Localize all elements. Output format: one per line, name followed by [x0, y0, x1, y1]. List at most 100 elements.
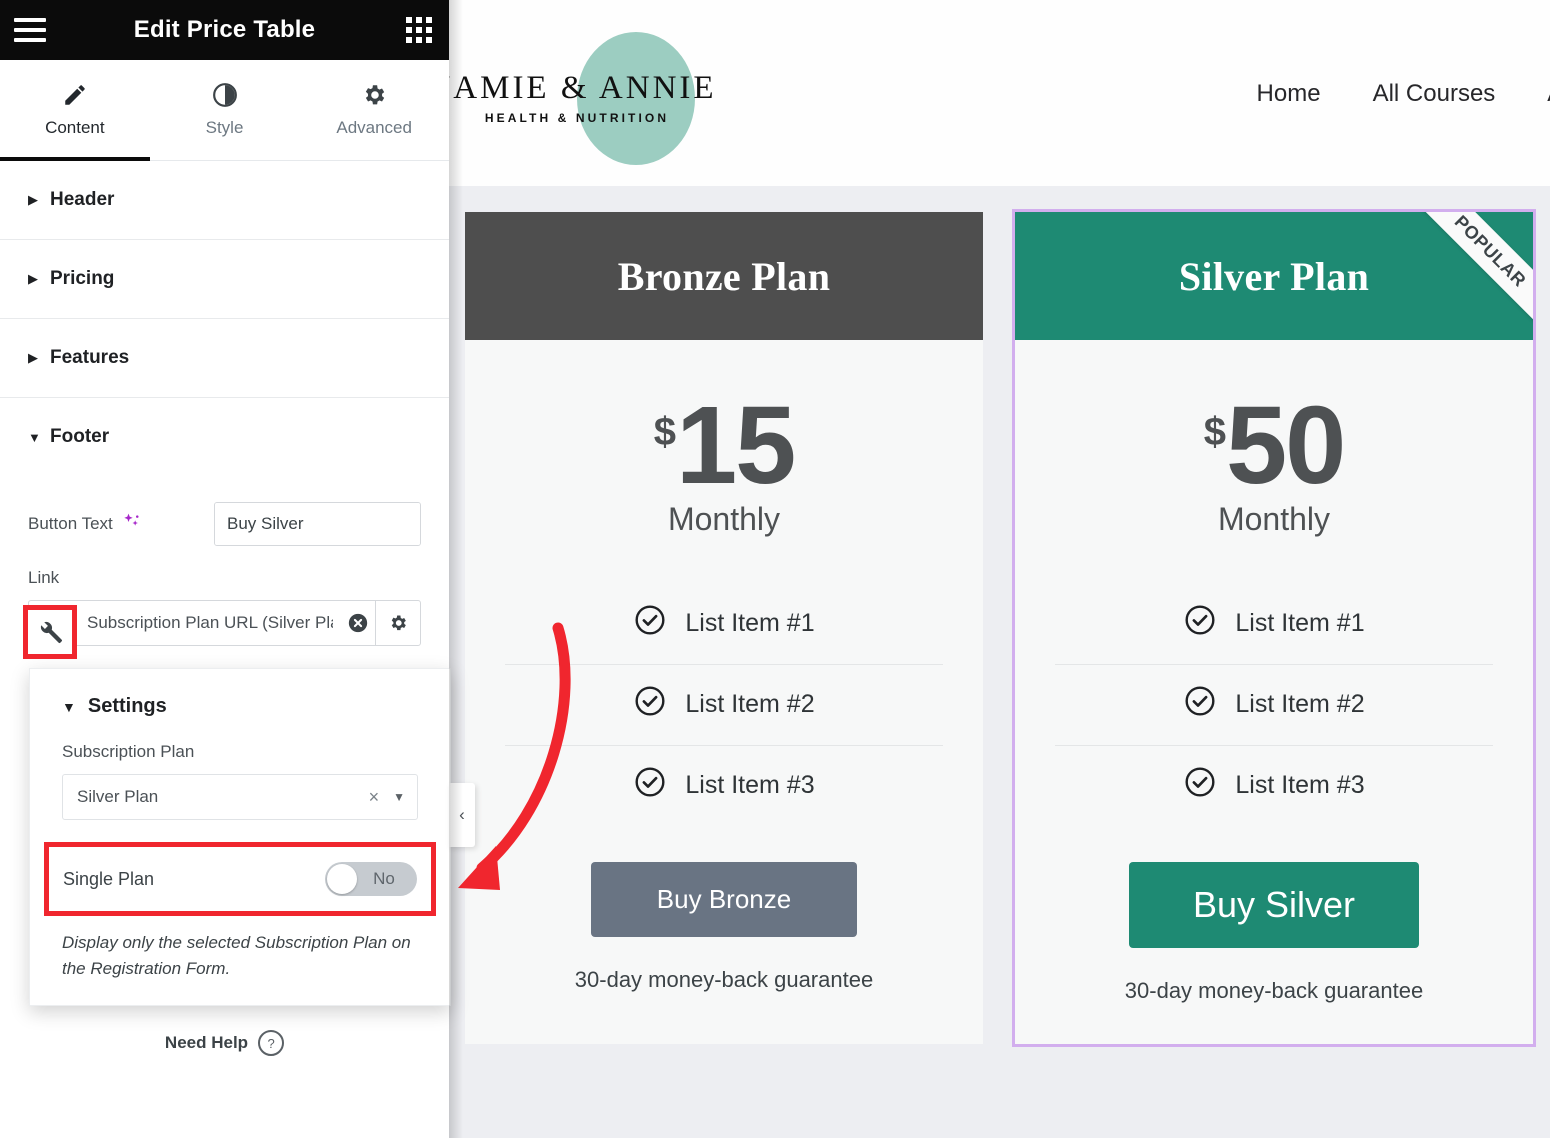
price-amount: 15 — [675, 384, 796, 507]
subscription-plan-select[interactable]: Silver Plan × ▼ — [62, 774, 418, 820]
logo-line1: JAMIE & ANNIE — [449, 69, 717, 106]
link-label: Link — [28, 568, 60, 587]
panel-shadow — [449, 0, 463, 1138]
panel-appbar: Edit Price Table — [0, 0, 449, 60]
grid-icon[interactable] — [389, 0, 449, 60]
currency-symbol: $ — [653, 410, 676, 454]
list-item: List Item #2 — [505, 663, 943, 745]
check-circle-icon — [633, 603, 667, 644]
section-features[interactable]: ▶ Features — [0, 319, 449, 398]
guarantee-text-silver: 30-day money-back guarantee — [1124, 977, 1424, 1003]
button-text-label-wrap: Button Text — [28, 512, 141, 537]
check-circle-icon — [633, 765, 667, 806]
hamburger-icon[interactable] — [0, 18, 60, 42]
nav-item-home[interactable]: Home — [1257, 80, 1321, 108]
chevron-down-icon[interactable]: ▼ — [393, 790, 405, 804]
plan-header-bronze: Bronze Plan — [465, 212, 983, 340]
tab-content-label: Content — [45, 118, 105, 137]
cta-wrap-silver: Buy Silver — [1015, 826, 1533, 948]
chevron-right-icon: ▶ — [28, 192, 38, 207]
single-plan-toggle[interactable]: No — [325, 862, 417, 896]
tab-advanced[interactable]: Advanced — [299, 60, 449, 160]
subscription-plan-value: Silver Plan — [77, 787, 159, 806]
site-header: JAMIE & ANNIE HEALTH & NUTRITION Home Al… — [449, 0, 1550, 186]
button-text-label: Button Text — [28, 514, 113, 533]
ai-sparkle-icon[interactable] — [121, 512, 141, 537]
app-root: Edit Price Table Content Style Advanced … — [0, 0, 1550, 1138]
section-header[interactable]: ▶ Header — [0, 161, 449, 240]
logo-line2: HEALTH & NUTRITION — [484, 110, 670, 125]
check-circle-icon — [1183, 603, 1217, 644]
link-settings-popup: ▼ Settings Subscription Plan Silver Plan… — [29, 668, 451, 1006]
plan-card-bronze[interactable]: Bronze Plan $ 15 Monthly List Item #1 Li… — [465, 212, 983, 1044]
check-circle-icon — [633, 684, 667, 725]
list-item-label: List Item #1 — [1235, 609, 1365, 638]
settings-popup-header[interactable]: ▼ Settings — [30, 669, 450, 738]
nav-item-all-courses[interactable]: All Courses — [1373, 80, 1496, 108]
chevron-down-icon: ▼ — [28, 429, 41, 445]
price-period: Monthly — [1217, 500, 1331, 537]
wrench-icon-button[interactable] — [23, 605, 77, 659]
pencil-icon — [62, 82, 88, 108]
single-plan-row: Single Plan No — [63, 855, 417, 903]
section-pricing-label: Pricing — [50, 268, 115, 289]
list-item: List Item #1 — [1055, 584, 1493, 664]
single-plan-highlight: Single Plan No — [44, 842, 436, 916]
button-text-input[interactable] — [215, 503, 420, 545]
list-item-label: List Item #3 — [685, 771, 815, 800]
clear-selection-icon[interactable]: × — [369, 787, 380, 808]
question-circle-icon: ? — [258, 1030, 285, 1056]
price-period: Monthly — [667, 500, 781, 537]
plan-card-silver[interactable]: Silver Plan POPULAR $ 50 Monthly List It… — [1012, 209, 1536, 1047]
chevron-down-icon: ▼ — [62, 698, 76, 715]
popular-ribbon: POPULAR — [1417, 212, 1533, 324]
plan-title-bronze: Bronze Plan — [617, 253, 831, 299]
feature-list-silver: List Item #1 List Item #2 List Item #3 — [1055, 584, 1493, 826]
buy-bronze-button[interactable]: Buy Bronze — [590, 861, 858, 937]
clear-circle-icon[interactable] — [341, 612, 375, 634]
gear-icon — [361, 82, 387, 108]
plan-price-silver: $ 50 Monthly — [1015, 340, 1533, 548]
single-plan-description: Display only the selected Subscription P… — [62, 933, 411, 978]
price-table-widget: Bronze Plan $ 15 Monthly List Item #1 Li… — [465, 209, 1536, 1047]
toggle-knob — [327, 864, 357, 894]
site-logo[interactable]: JAMIE & ANNIE HEALTH & NUTRITION — [449, 22, 769, 172]
section-footer-label: Footer — [50, 426, 110, 447]
section-footer[interactable]: ▼ Footer — [0, 398, 449, 476]
panel-tabs: Content Style Advanced — [0, 60, 449, 161]
check-circle-icon — [1183, 684, 1217, 725]
chevron-right-icon: ▶ — [28, 271, 38, 286]
subscription-plan-label: Subscription Plan — [62, 742, 195, 761]
link-settings-gear-icon[interactable] — [375, 601, 420, 645]
site-nav: Home All Courses Abo — [1257, 80, 1550, 108]
tab-advanced-label: Advanced — [336, 118, 412, 137]
need-help[interactable]: Need Help ? — [0, 1030, 449, 1056]
list-item: List Item #2 — [1055, 663, 1493, 745]
chevron-right-icon: ▶ — [28, 350, 38, 365]
single-plan-state: No — [373, 869, 395, 888]
guarantee-text-bronze: 30-day money-back guarantee — [574, 966, 874, 992]
tab-content[interactable]: Content — [0, 60, 150, 161]
button-text-input-group — [214, 502, 421, 546]
tab-style[interactable]: Style — [150, 60, 300, 160]
list-item: List Item #1 — [505, 584, 943, 664]
plan-title-silver: Silver Plan — [1178, 253, 1370, 299]
check-circle-icon — [1183, 765, 1217, 806]
list-item-label: List Item #2 — [685, 690, 815, 719]
section-features-label: Features — [50, 347, 130, 368]
section-pricing[interactable]: ▶ Pricing — [0, 240, 449, 319]
preview-canvas: JAMIE & ANNIE HEALTH & NUTRITION Home Al… — [449, 0, 1550, 1138]
buy-silver-button[interactable]: Buy Silver — [1128, 861, 1420, 948]
list-item-label: List Item #2 — [1235, 690, 1365, 719]
logo-text: JAMIE & ANNIE HEALTH & NUTRITION — [449, 70, 717, 125]
settings-popup-body: Subscription Plan Silver Plan × ▼ Single… — [30, 742, 450, 1005]
button-text-row: Button Text — [28, 502, 421, 546]
list-item-label: List Item #3 — [1235, 771, 1365, 800]
section-header-label: Header — [50, 189, 115, 210]
currency-symbol: $ — [1203, 410, 1226, 454]
cta-wrap-bronze: Buy Bronze — [465, 826, 983, 937]
list-item-label: List Item #1 — [685, 609, 815, 638]
plan-header-silver: Silver Plan POPULAR — [1015, 212, 1533, 340]
contrast-icon — [212, 82, 238, 108]
link-input-row — [28, 600, 421, 646]
